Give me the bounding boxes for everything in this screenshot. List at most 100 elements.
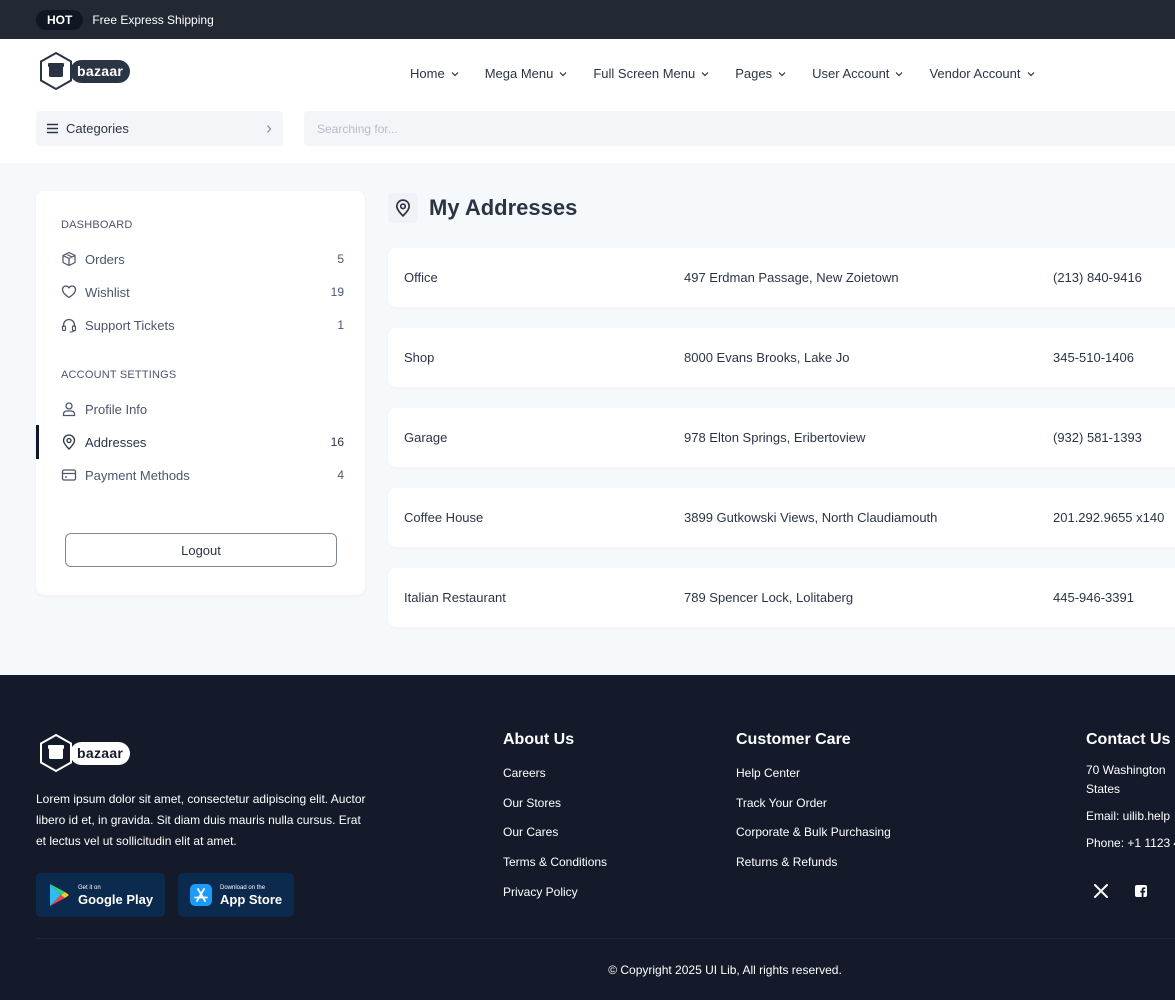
address-text: 789 Spencer Lock, Lolitaberg [684,590,854,605]
categories-label: Categories [66,121,129,136]
nav-user-account[interactable]: User Account [812,66,903,81]
app-store-small-text: Download on the [220,884,266,891]
address-text: 497 Erdman Passage, New Zoietown [684,270,899,285]
wishlist-count: 19 [330,285,344,299]
address-row[interactable]: Garage 978 Elton Springs, Eribertoview (… [388,408,1175,467]
sidebar-item-support-tickets[interactable]: Support Tickets 1 [61,315,344,335]
logout-button[interactable]: Logout [65,533,337,567]
google-play-button[interactable]: Get it on Google Play [36,873,166,917]
nav-pages[interactable]: Pages [735,66,786,81]
footer: bazaar Lorem ipsum dolor sit amet, conse… [0,675,1175,1000]
topbar-text: Free Express Shipping [92,12,214,27]
page-header: My Addresses [388,193,577,223]
active-indicator [36,425,39,459]
app-store-big-text: App Store [220,891,283,907]
headset-icon [61,318,77,333]
nav-full-screen-menu[interactable]: Full Screen Menu [593,66,709,81]
footer-link-our-cares[interactable]: Our Cares [503,825,558,839]
address-text: 978 Elton Springs, Eribertoview [684,430,866,445]
address-row[interactable]: Office 497 Erdman Passage, New Zoietown … [388,248,1175,307]
page-title: My Addresses [429,195,578,220]
chevron-down-icon [701,71,709,76]
address-row[interactable]: Shop 8000 Evans Brooks, Lake Jo 345-510-… [388,328,1175,387]
categories-button[interactable]: Categories [36,111,283,146]
nav-label: Mega Menu [484,66,554,81]
sidebar-item-label: Addresses [85,434,147,450]
footer-link-returns[interactable]: Returns & Refunds [736,855,837,869]
address-phone: (213) 840-9416 [1053,270,1142,285]
footer-link-our-stores[interactable]: Our Stores [503,796,561,810]
footer-description: Lorem ipsum dolor sit amet, consectetur … [36,792,366,848]
search-input[interactable] [304,111,1175,146]
nav-label: Pages [735,66,773,81]
chevron-down-icon [451,71,459,76]
contact-phone: Phone: +1 1123 4 [1086,836,1175,850]
contact-address-line1: 70 Washington [1086,763,1166,777]
nav-vendor-account[interactable]: Vendor Account [929,66,1034,81]
address-row[interactable]: Coffee House 3899 Gutkowski Views, North… [388,488,1175,547]
sidebar-item-payment-methods[interactable]: Payment Methods 4 [61,465,344,485]
address-name: Shop [404,350,435,365]
google-play-big-text: Google Play [78,891,154,907]
footer-link-help-center[interactable]: Help Center [736,766,800,780]
nav-mega-menu[interactable]: Mega Menu [485,66,568,81]
chevron-down-icon [896,71,903,76]
footer-link-track-order[interactable]: Track Your Order [736,796,827,810]
brand-name: bazaar [70,741,131,765]
addresses-count: 16 [330,435,344,449]
heart-icon [61,285,77,299]
contact-us-title: Contact Us [1086,731,1171,748]
footer-link-bulk-purchasing[interactable]: Corporate & Bulk Purchasing [736,825,891,839]
google-play-icon [50,884,69,906]
chevron-down-icon [778,71,786,76]
credit-card-icon [61,469,77,481]
footer-link-terms[interactable]: Terms & Conditions [503,855,607,869]
sidebar-item-label: Wishlist [85,284,130,300]
brand-name: bazaar [70,59,131,83]
facebook-icon[interactable] [1133,883,1149,899]
chevron-down-icon [1027,71,1034,76]
address-name: Italian Restaurant [404,590,506,605]
contact-email: Email: uilib.help [1086,809,1171,823]
sidebar-item-orders[interactable]: Orders 5 [61,249,344,269]
store-logo-icon [40,51,72,91]
nav-home[interactable]: Home [410,66,459,81]
nav-label: Full Screen Menu [593,66,696,81]
address-phone: 201.292.9655 x140 [1053,510,1165,525]
account-sidebar: DASHBOARD Orders 5 Wishlist 19 Support T… [36,191,365,595]
app-store-button[interactable]: Download on the App Store [178,873,295,917]
header: bazaar Home Mega Menu Full Screen Menu P… [0,39,1175,163]
address-text: 3899 Gutkowski Views, North Claudiamouth [684,510,938,525]
copyright: © Copyright 2025 UI Lib, All rights rese… [608,963,842,977]
user-icon [62,402,76,417]
nav-label: Vendor Account [929,66,1021,81]
sidebar-item-wishlist[interactable]: Wishlist 19 [61,282,344,302]
address-row[interactable]: Italian Restaurant 789 Spencer Lock, Lol… [388,568,1175,627]
chevron-down-icon [559,71,567,76]
location-pin-icon [395,199,411,217]
x-icon[interactable] [1093,883,1109,899]
sidebar-item-label: Orders [85,251,125,267]
menu-icon [47,123,58,134]
address-text: 8000 Evans Brooks, Lake Jo [684,350,850,365]
box-icon [62,251,76,267]
google-play-small-text: Get it on [78,884,101,891]
sidebar-item-label: Support Tickets [85,317,175,333]
nav-label: User Account [812,66,890,81]
footer-logo[interactable]: bazaar [38,733,131,773]
dashboard-heading: DASHBOARD [61,219,133,231]
footer-divider [36,938,1175,939]
sidebar-item-profile-info[interactable]: Profile Info [61,399,344,419]
about-us-title: About Us [503,731,575,748]
orders-count: 5 [337,252,344,266]
customer-care-title: Customer Care [736,731,851,748]
footer-link-careers[interactable]: Careers [503,766,546,780]
address-name: Coffee House [404,510,484,525]
title-icon-box [388,193,418,223]
footer-link-privacy[interactable]: Privacy Policy [503,885,578,899]
payment-methods-count: 4 [337,468,344,482]
brand-logo[interactable]: bazaar [38,51,131,91]
sidebar-item-addresses[interactable]: Addresses 16 [61,432,344,452]
address-phone: 345-510-1406 [1053,350,1134,365]
address-phone: (932) 581-1393 [1053,430,1142,445]
